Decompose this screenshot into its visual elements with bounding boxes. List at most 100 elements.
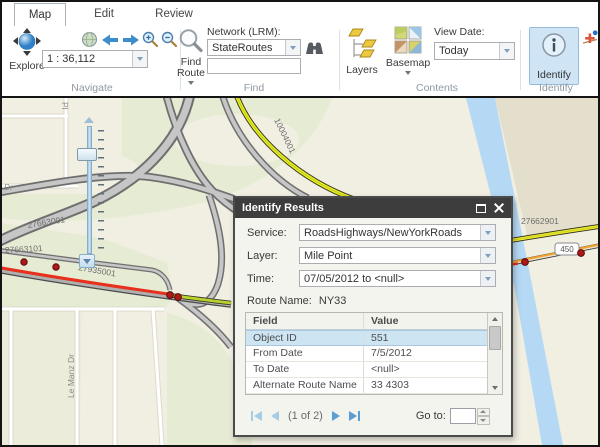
scale-dropdown-button[interactable] [132, 51, 147, 67]
table-row[interactable]: To Date <null> [246, 362, 487, 378]
layer-value: Mile Point [300, 250, 480, 262]
route-shield: 450 [555, 243, 579, 255]
view-date-combobox[interactable]: Today [434, 42, 515, 60]
cell-value: 551 [363, 331, 487, 345]
explore-label: Explore [9, 61, 45, 72]
group-label-navigate: Navigate [42, 82, 142, 94]
route-name-value: NY33 [319, 295, 347, 307]
scrollbar-thumb[interactable] [489, 326, 501, 350]
find-route-dropdown-caret [188, 81, 194, 85]
service-value: RoadsHighways/NewYorkRoads [300, 227, 480, 239]
basemap-icon [394, 26, 422, 57]
road-label: 27663101 [5, 243, 44, 255]
zoom-slider-down-button[interactable] [79, 254, 95, 268]
identify-button-label: Identify [537, 69, 571, 81]
search-route-button[interactable] [305, 40, 324, 59]
route-name-row: Route Name: NY33 [247, 295, 346, 307]
group-label-identify: Identify [524, 82, 588, 94]
network-lrm-label: Network (LRM): [207, 26, 281, 38]
network-combobox[interactable]: StateRoutes [207, 39, 301, 56]
map-scale-value: 1 : 36,112 [43, 53, 132, 65]
zoom-slider-track[interactable] [87, 126, 92, 254]
identify-results-dialog: Identify Results Service: RoadsHighways/… [233, 196, 513, 437]
time-label: Time: [247, 273, 274, 285]
column-header-field: Field [246, 313, 363, 329]
find-route-magnifier-icon [178, 28, 204, 56]
goto-spinner[interactable] [477, 408, 490, 425]
zoom-slider-up-arrow[interactable] [84, 117, 94, 123]
spinner-up-arrow[interactable] [477, 408, 490, 417]
explore-icon [10, 28, 44, 60]
maximize-icon[interactable] [476, 204, 486, 213]
view-date-label: View Date: [434, 26, 485, 38]
service-label: Service: [247, 227, 287, 239]
service-dropdown-button[interactable] [480, 225, 495, 240]
pagination-bar: (1 of 2) Go to: [247, 403, 505, 429]
previous-extent-button[interactable] [101, 33, 119, 50]
zoom-slider-ticks [98, 130, 104, 252]
group-separator [339, 30, 340, 90]
time-dropdown-button[interactable] [480, 271, 495, 286]
cell-value: <null> [363, 362, 487, 377]
street-label: Le Manz Dr [66, 354, 76, 398]
next-page-button[interactable] [331, 410, 342, 422]
group-label-contents: Contents [382, 82, 492, 94]
network-dropdown-button[interactable] [285, 40, 300, 55]
zoom-in-button[interactable] [142, 31, 159, 51]
table-row[interactable]: From Date 7/5/2012 [246, 346, 487, 362]
cell-field: Alternate Route Name [246, 378, 363, 393]
ribbon: Map Edit Review Explore [2, 2, 598, 98]
back-arrow-icon [101, 33, 119, 50]
tab-review[interactable]: Review [146, 3, 202, 26]
scroll-down-arrow[interactable] [488, 382, 502, 394]
identify-button[interactable]: Identify [529, 27, 579, 85]
table-row[interactable]: Object ID 551 [246, 330, 487, 346]
road-label: 27662901 [521, 216, 559, 226]
street-label: Pl [60, 102, 70, 110]
map-scale-combobox[interactable]: 1 : 36,112 [42, 50, 148, 68]
time-value: 07/05/2012 to <null> [300, 273, 480, 285]
last-page-button[interactable] [348, 410, 361, 422]
table-header-row: Field Value [246, 313, 487, 330]
table-row[interactable]: Alternate Route Name 33 4303 [246, 378, 487, 394]
table-scrollbar[interactable] [487, 313, 502, 394]
layers-label: Layers [346, 65, 378, 76]
layers-icon [346, 28, 378, 64]
layer-combobox[interactable]: Mile Point [299, 247, 496, 264]
full-extent-button[interactable] [81, 31, 98, 51]
cell-field: From Date [246, 346, 363, 361]
goto-page-input[interactable] [450, 408, 476, 424]
street-label: Dr [4, 182, 14, 192]
layer-dropdown-button[interactable] [480, 248, 495, 263]
basemap-button[interactable]: Basemap [385, 26, 431, 86]
identify-route-tool-button[interactable] [581, 29, 599, 50]
first-page-button[interactable] [250, 410, 263, 422]
cell-field: To Date [246, 362, 363, 377]
cell-value: 33 4303 [363, 378, 487, 393]
globe-icon [81, 31, 98, 51]
cell-value: 7/5/2012 [363, 346, 487, 361]
layers-button[interactable]: Layers [343, 28, 381, 76]
view-date-dropdown-button[interactable] [499, 43, 514, 59]
zoom-in-icon [142, 31, 159, 51]
previous-page-button[interactable] [269, 410, 280, 422]
service-combobox[interactable]: RoadsHighways/NewYorkRoads [299, 224, 496, 241]
tab-map[interactable]: Map [14, 3, 66, 26]
basemap-label: Basemap [386, 58, 430, 69]
attributes-table: Field Value Object ID 551 From Date 7/5/… [245, 312, 503, 395]
goto-label: Go to: [416, 410, 446, 422]
group-separator [520, 30, 521, 90]
dialog-title-bar[interactable]: Identify Results [235, 198, 511, 218]
zoom-slider-handle[interactable] [77, 148, 97, 161]
cell-field: Object ID [246, 331, 363, 345]
time-combobox[interactable]: 07/05/2012 to <null> [299, 270, 496, 287]
tab-edit[interactable]: Edit [80, 3, 128, 26]
application-window: Map Edit Review Explore [0, 0, 600, 447]
route-input[interactable] [207, 58, 301, 74]
dialog-title: Identify Results [235, 202, 476, 214]
close-icon[interactable] [494, 203, 504, 213]
view-date-value: Today [435, 45, 499, 57]
scroll-up-arrow[interactable] [488, 313, 502, 325]
spinner-down-arrow[interactable] [477, 416, 490, 425]
next-extent-button[interactable] [122, 33, 140, 50]
